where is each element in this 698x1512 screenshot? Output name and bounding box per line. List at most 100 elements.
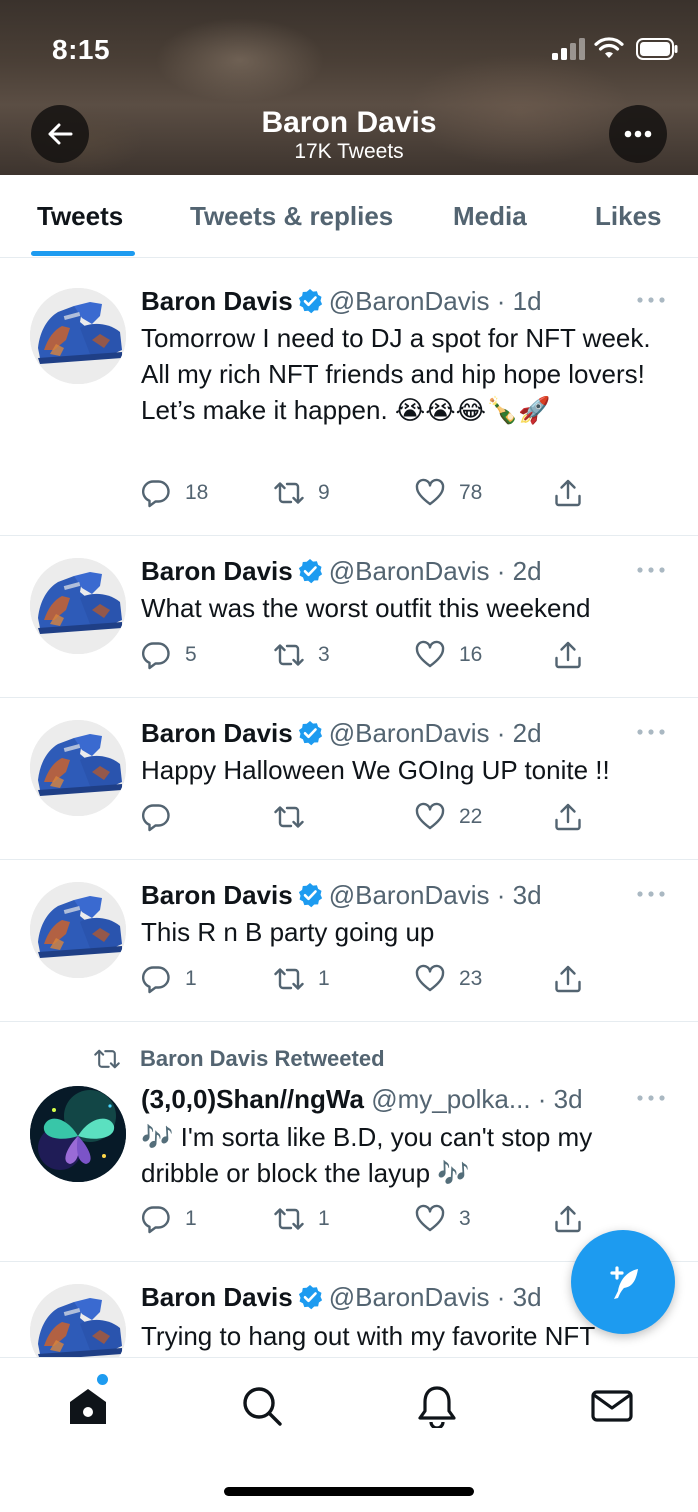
share-button[interactable]	[553, 802, 583, 832]
share-button[interactable]	[553, 640, 583, 670]
tweet-actions: 1 1 23	[141, 964, 601, 998]
tweet-item[interactable]: Baron Davis @BaronDavis · 3d This R n B p…	[0, 860, 698, 1022]
author-handle[interactable]: @BaronDavis	[329, 556, 490, 586]
tweet-more-icon[interactable]	[636, 295, 666, 305]
like-button[interactable]: 16	[415, 640, 482, 670]
tab-tweets-and-replies[interactable]: Tweets & replies	[190, 201, 393, 232]
like-count: 23	[459, 967, 483, 990]
reply-button[interactable]: 1	[141, 1204, 197, 1234]
like-button[interactable]: 22	[415, 802, 482, 832]
retweet-button[interactable]: 9	[274, 478, 330, 508]
tweet-text: Tomorrow I need to DJ a spot for NFT wee…	[141, 323, 651, 425]
retweet-count: 1	[318, 967, 330, 990]
tweet-text: What was the worst outfit this weekend	[141, 593, 591, 623]
tweet-more-icon[interactable]	[636, 565, 666, 575]
author-name[interactable]: Baron Davis	[141, 718, 293, 748]
tweet-item[interactable]: Baron Davis @BaronDavis · 2d What was the…	[0, 536, 698, 698]
avatar[interactable]	[30, 1284, 126, 1357]
avatar[interactable]	[30, 882, 126, 978]
like-count: 22	[459, 805, 483, 828]
tweet-header: Baron Davis @BaronDavis · 3d	[141, 1282, 542, 1313]
more-horizontal-icon	[624, 130, 652, 138]
like-button[interactable]: 78	[415, 478, 482, 508]
retweeted-tweet-item[interactable]: Baron Davis Retweeted (3,0,0)Shan//ngWa …	[0, 1022, 698, 1262]
author-name[interactable]: Baron Davis	[141, 286, 293, 316]
home-icon[interactable]	[66, 1384, 110, 1428]
author-handle[interactable]: @BaronDavis	[329, 880, 490, 910]
reply-count: 18	[185, 481, 209, 504]
avatar[interactable]	[30, 1086, 126, 1182]
reply-count: 5	[185, 643, 197, 666]
retweet-icon	[274, 1204, 304, 1234]
tweet-count: 17K Tweets	[294, 140, 404, 163]
reply-icon	[141, 964, 171, 994]
retweet-count: 3	[318, 643, 330, 666]
tweet-actions: 18 9 78	[141, 478, 601, 512]
tweet-item[interactable]: Baron Davis @BaronDavis · 2d Happy Hallow…	[0, 698, 698, 860]
share-button[interactable]	[553, 1204, 583, 1234]
heart-icon	[415, 478, 445, 508]
retweet-count: 1	[318, 1207, 330, 1230]
mail-icon[interactable]	[590, 1384, 634, 1428]
verified-badge-icon	[297, 882, 323, 908]
share-button[interactable]	[553, 478, 583, 508]
share-button[interactable]	[553, 964, 583, 994]
reply-button[interactable]: 18	[141, 478, 208, 508]
compose-tweet-button[interactable]	[571, 1230, 675, 1334]
heart-icon	[415, 640, 445, 670]
tweet-more-icon[interactable]	[636, 727, 666, 737]
retweet-button[interactable]: 3	[274, 640, 330, 670]
bell-icon[interactable]	[415, 1384, 459, 1428]
tab-media[interactable]: Media	[453, 201, 527, 232]
author-handle[interactable]: @BaronDavis	[329, 718, 490, 748]
tweet-more-icon[interactable]	[636, 1093, 666, 1103]
like-count: 3	[459, 1207, 471, 1230]
like-button[interactable]: 3	[415, 1204, 471, 1234]
author-name[interactable]: Baron Davis	[141, 880, 293, 910]
battery-icon	[636, 38, 678, 60]
verified-badge-icon	[297, 1284, 323, 1310]
status-bar: 8:15	[0, 0, 698, 100]
verified-badge-icon	[297, 720, 323, 746]
retweet-button[interactable]: 1	[274, 1204, 330, 1234]
tweet-time: · 2d	[496, 718, 542, 748]
tweet-item[interactable]: Baron Davis @BaronDavis · 1d Tomorrow I n…	[0, 258, 698, 536]
tweet-time: · 2d	[496, 556, 542, 586]
more-options-button[interactable]	[609, 105, 667, 163]
tab-likes[interactable]: Likes	[595, 201, 662, 232]
avatar[interactable]	[30, 288, 126, 384]
tweet-header: Baron Davis @BaronDavis · 1d	[141, 286, 542, 317]
retweet-icon	[274, 964, 304, 994]
wifi-icon	[594, 37, 624, 58]
reply-button[interactable]	[141, 802, 171, 832]
tweet-time: · 3d	[530, 1084, 583, 1114]
reply-button[interactable]: 5	[141, 640, 197, 670]
tweet-actions: 1 1 3	[141, 1204, 601, 1238]
like-button[interactable]: 23	[415, 964, 482, 994]
reply-icon	[141, 1204, 171, 1234]
reply-button[interactable]: 1	[141, 964, 197, 994]
avatar[interactable]	[30, 558, 126, 654]
author-handle[interactable]: @BaronDavis	[329, 1282, 490, 1312]
reply-count: 1	[185, 1207, 197, 1230]
author-handle[interactable]: @my_polka...	[371, 1084, 530, 1114]
search-icon[interactable]	[240, 1384, 284, 1428]
tweet-text: Happy Halloween We GOIng UP tonite !!	[141, 755, 610, 785]
retweet-icon	[274, 802, 304, 832]
profile-header: 8:15 Baron Davis 17K Tweets	[0, 0, 698, 175]
tab-tweets[interactable]: Tweets	[37, 201, 123, 232]
author-name[interactable]: Baron Davis	[141, 1282, 293, 1312]
share-icon	[553, 964, 583, 994]
share-icon	[553, 478, 583, 508]
retweet-button[interactable]: 1	[274, 964, 330, 994]
verified-badge-icon	[297, 558, 323, 584]
avatar[interactable]	[30, 720, 126, 816]
author-handle[interactable]: @BaronDavis	[329, 286, 490, 316]
retweeted-by[interactable]: Baron Davis Retweeted	[90, 1046, 385, 1072]
retweet-button[interactable]	[274, 802, 304, 832]
tweet-header: (3,0,0)Shan//ngWa @my_polka... · 3d	[141, 1084, 583, 1115]
author-name[interactable]: Baron Davis	[141, 556, 293, 586]
tweet-more-icon[interactable]	[636, 889, 666, 899]
author-name[interactable]: (3,0,0)Shan//ngWa	[141, 1084, 364, 1114]
tweet-header: Baron Davis @BaronDavis · 3d	[141, 880, 542, 911]
